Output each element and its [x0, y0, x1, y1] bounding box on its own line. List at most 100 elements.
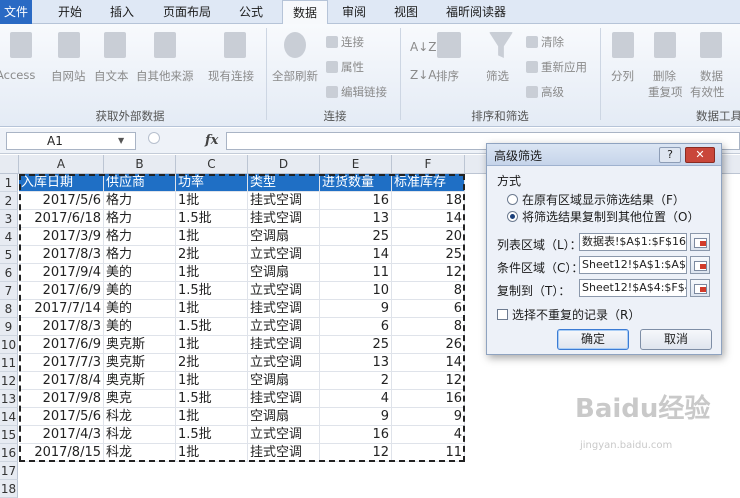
row-header[interactable]: 13 — [0, 390, 18, 408]
row-header[interactable]: 10 — [0, 336, 18, 354]
tab-data[interactable]: 数据 — [282, 0, 328, 25]
reapply-button[interactable]: 重新应用 — [526, 59, 587, 75]
column-header-d[interactable]: D — [248, 155, 320, 174]
table-cell[interactable]: 立式空调 — [248, 282, 320, 300]
table-cell[interactable]: 奥克斯 — [104, 354, 176, 372]
table-header-cell[interactable]: 功率 — [176, 174, 248, 192]
row-header[interactable]: 7 — [0, 282, 18, 300]
tab-file[interactable]: 文件 — [0, 0, 32, 24]
table-cell[interactable]: 1批 — [176, 408, 248, 426]
table-cell[interactable]: 空调扇 — [248, 264, 320, 282]
insert-function-icon[interactable]: fx — [205, 133, 218, 148]
table-cell[interactable]: 2017/5/6 — [19, 192, 104, 210]
table-cell[interactable]: 20 — [392, 228, 465, 246]
table-cell[interactable]: 1批 — [176, 228, 248, 246]
text-to-columns-button[interactable]: 分列 — [611, 68, 634, 84]
name-box[interactable]: A1 — [6, 132, 136, 150]
table-cell[interactable]: 1批 — [176, 300, 248, 318]
ok-button[interactable]: 确定 — [557, 329, 629, 350]
table-cell[interactable]: 1.5批 — [176, 390, 248, 408]
row-header[interactable]: 16 — [0, 444, 18, 462]
column-header-a[interactable]: A — [19, 155, 104, 174]
table-cell[interactable]: 挂式空调 — [248, 390, 320, 408]
row-header[interactable]: 8 — [0, 300, 18, 318]
table-cell[interactable]: 4 — [320, 390, 392, 408]
cancel-button[interactable]: 取消 — [640, 329, 712, 350]
table-cell[interactable]: 美的 — [104, 282, 176, 300]
table-cell[interactable]: 1批 — [176, 336, 248, 354]
copy-to-input[interactable]: Sheet12!$A$4:$F$4 — [579, 279, 687, 297]
table-cell[interactable]: 2017/7/3 — [19, 354, 104, 372]
table-cell[interactable]: 16 — [320, 192, 392, 210]
table-cell[interactable]: 12 — [392, 264, 465, 282]
table-cell[interactable]: 2017/7/14 — [19, 300, 104, 318]
advanced-filter-button[interactable]: 高级 — [526, 84, 564, 100]
table-cell[interactable]: 科龙 — [104, 426, 176, 444]
column-header-e[interactable]: E — [320, 155, 392, 174]
row-header[interactable]: 11 — [0, 354, 18, 372]
row-header[interactable]: 2 — [0, 192, 18, 210]
column-header-c[interactable]: C — [176, 155, 248, 174]
criteria-range-picker-icon[interactable] — [690, 256, 710, 274]
table-cell[interactable]: 美的 — [104, 318, 176, 336]
table-cell[interactable]: 18 — [392, 192, 465, 210]
sort-za-icon[interactable]: Z↓A — [410, 68, 436, 82]
table-cell[interactable]: 6 — [320, 318, 392, 336]
from-web-button[interactable]: 自网站 — [51, 68, 86, 84]
table-cell[interactable]: 1.5批 — [176, 318, 248, 336]
table-cell[interactable]: 14 — [392, 210, 465, 228]
table-cell[interactable]: 9 — [320, 408, 392, 426]
table-cell[interactable]: 奥克斯 — [104, 372, 176, 390]
tab-home[interactable]: 开始 — [50, 0, 90, 24]
tab-foxit-reader[interactable]: 福昕阅读器 — [436, 0, 516, 24]
table-cell[interactable]: 格力 — [104, 228, 176, 246]
table-cell[interactable]: 6 — [392, 300, 465, 318]
table-cell[interactable]: 1.5批 — [176, 282, 248, 300]
table-cell[interactable]: 25 — [320, 228, 392, 246]
table-cell[interactable]: 挂式空调 — [248, 336, 320, 354]
filter-button[interactable]: 筛选 — [486, 68, 509, 84]
table-cell[interactable]: 26 — [392, 336, 465, 354]
table-cell[interactable]: 2017/9/8 — [19, 390, 104, 408]
table-cell[interactable]: 1批 — [176, 264, 248, 282]
table-cell[interactable]: 格力 — [104, 210, 176, 228]
table-cell[interactable]: 挂式空调 — [248, 210, 320, 228]
table-cell[interactable]: 立式空调 — [248, 426, 320, 444]
list-range-picker-icon[interactable] — [690, 233, 710, 251]
table-cell[interactable]: 9 — [392, 408, 465, 426]
table-cell[interactable]: 16 — [320, 426, 392, 444]
table-cell[interactable]: 美的 — [104, 264, 176, 282]
table-cell[interactable]: 25 — [320, 336, 392, 354]
table-cell[interactable]: 16 — [392, 390, 465, 408]
table-cell[interactable]: 1.5批 — [176, 426, 248, 444]
table-cell[interactable]: 科龙 — [104, 444, 176, 462]
close-button[interactable]: ✕ — [685, 147, 715, 163]
from-other-sources-button[interactable]: 自其他来源 — [136, 68, 194, 84]
table-header-cell[interactable]: 进货数量 — [320, 174, 392, 192]
table-cell[interactable]: 2017/3/9 — [19, 228, 104, 246]
table-cell[interactable]: 2017/8/3 — [19, 318, 104, 336]
tab-formulas[interactable]: 公式 — [228, 0, 274, 24]
sort-az-icon[interactable]: A↓Z — [410, 40, 436, 54]
table-cell[interactable]: 2017/8/15 — [19, 444, 104, 462]
existing-connections-button[interactable]: 现有连接 — [208, 68, 254, 84]
row-header[interactable]: 4 — [0, 228, 18, 246]
table-cell[interactable]: 1批 — [176, 192, 248, 210]
table-cell[interactable]: 2017/4/3 — [19, 426, 104, 444]
table-cell[interactable]: 13 — [320, 210, 392, 228]
remove-duplicates-button[interactable]: 删除 — [653, 68, 676, 84]
table-cell[interactable]: 挂式空调 — [248, 444, 320, 462]
help-button[interactable]: ? — [659, 147, 681, 163]
table-cell[interactable]: 2017/9/4 — [19, 264, 104, 282]
table-cell[interactable]: 立式空调 — [248, 354, 320, 372]
row-header[interactable]: 14 — [0, 408, 18, 426]
table-cell[interactable]: 13 — [320, 354, 392, 372]
clear-filter-button[interactable]: 清除 — [526, 34, 564, 50]
table-cell[interactable]: 11 — [392, 444, 465, 462]
table-cell[interactable]: 14 — [392, 354, 465, 372]
table-header-cell[interactable]: 入库日期 — [19, 174, 104, 192]
connections-button[interactable]: 连接 — [326, 34, 364, 50]
table-cell[interactable]: 2017/6/9 — [19, 336, 104, 354]
table-cell[interactable]: 8 — [392, 282, 465, 300]
table-cell[interactable]: 2017/6/18 — [19, 210, 104, 228]
